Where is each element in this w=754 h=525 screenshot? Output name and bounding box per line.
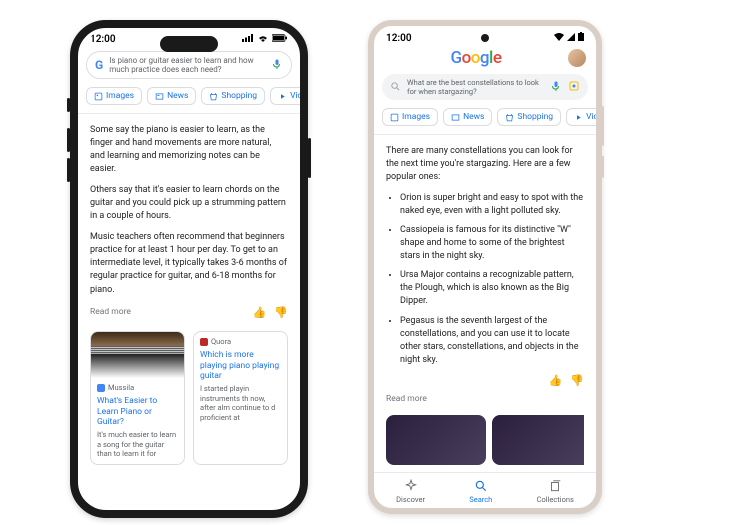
mute-switch <box>67 98 70 112</box>
read-more-link[interactable]: Read more <box>386 393 584 405</box>
status-time: 12:00 <box>90 34 116 45</box>
power-button <box>602 156 604 178</box>
nav-discover[interactable]: Discover <box>396 479 425 504</box>
volume-button <box>602 106 604 146</box>
image-carousel[interactable] <box>386 415 584 465</box>
search-results-content: Some say the piano is easier to learn, a… <box>78 114 300 510</box>
read-more-link[interactable]: Read more <box>90 306 131 318</box>
lens-icon[interactable] <box>568 80 580 94</box>
search-results-content: There are many constellations you can lo… <box>374 135 596 472</box>
signal-icon <box>242 34 254 45</box>
bullet-pegasus: Pegasus is the seventh largest of the co… <box>400 315 584 367</box>
thumbs-down-icon[interactable]: 👎 <box>570 373 584 389</box>
battery-icon <box>578 32 584 44</box>
power-button <box>308 138 311 178</box>
result-paragraph-3: Music teachers often recommend that begi… <box>90 231 288 296</box>
wifi-icon <box>257 34 269 45</box>
signal-icon <box>567 33 575 44</box>
bullet-orion: Orion is super bright and easy to spot w… <box>400 192 584 218</box>
mic-icon[interactable] <box>271 58 283 72</box>
result-card-quora[interactable]: Quora Which is more playing piano playin… <box>193 331 288 466</box>
filter-chips: Images News Shopping Vide <box>78 83 300 114</box>
card-image-piano <box>91 332 184 378</box>
result-card-mussila[interactable]: Mussila What's Easier to Learn Piano or … <box>90 331 185 466</box>
search-query-text: Is piano or guitar easier to learn and h… <box>109 56 265 74</box>
search-header: G Is piano or guitar easier to learn and… <box>78 47 300 83</box>
google-g-icon: G <box>95 58 103 72</box>
chip-shopping[interactable]: Shopping <box>201 87 265 105</box>
volume-up-button <box>67 128 70 152</box>
search-header: What are the best constellations to look… <box>374 70 596 104</box>
result-intro: There are many constellations you can lo… <box>386 145 584 184</box>
result-paragraph-2: Others say that it's easier to learn cho… <box>90 184 288 223</box>
chip-videos[interactable]: Vide <box>566 108 596 126</box>
bullet-ursa-major: Ursa Major contains a recognizable patte… <box>400 269 584 308</box>
chip-news[interactable]: News <box>147 87 196 105</box>
chip-images[interactable]: Images <box>382 108 438 126</box>
thumbs-down-icon[interactable]: 👎 <box>274 305 288 321</box>
chip-shopping[interactable]: Shopping <box>497 108 561 126</box>
search-query-text: What are the best constellations to look… <box>407 78 544 96</box>
bottom-navigation: Discover Search Collections <box>374 472 596 508</box>
account-avatar[interactable] <box>568 49 586 67</box>
constellation-list: Orion is super bright and easy to spot w… <box>386 192 584 367</box>
search-box[interactable]: What are the best constellations to look… <box>382 74 588 100</box>
pixel-device: 12:00 Google What are the best constella… <box>368 20 602 514</box>
carousel-image[interactable] <box>492 415 584 465</box>
battery-icon <box>272 34 288 45</box>
filter-chips: Images News Shopping Vide <box>374 104 596 135</box>
quora-icon <box>200 338 208 346</box>
result-paragraph-1: Some say the piano is easier to learn, a… <box>90 124 288 176</box>
volume-down-button <box>67 158 70 182</box>
google-logo: Google <box>384 46 568 70</box>
wifi-icon <box>554 33 564 44</box>
thumbs-up-icon[interactable]: 👍 <box>549 373 563 389</box>
dynamic-island <box>160 36 218 52</box>
mic-icon[interactable] <box>550 80 562 94</box>
search-box[interactable]: G Is piano or guitar easier to learn and… <box>86 51 292 79</box>
search-icon <box>390 81 401 94</box>
camera-punch-hole <box>481 34 489 42</box>
chip-images[interactable]: Images <box>86 87 142 105</box>
chip-videos[interactable]: Vide <box>270 87 300 105</box>
bullet-cassiopeia: Cassiopeia is famous for its distinctive… <box>400 224 584 263</box>
thumbs-up-icon[interactable]: 👍 <box>253 305 267 321</box>
chip-news[interactable]: News <box>443 108 492 126</box>
nav-search[interactable]: Search <box>469 479 492 504</box>
status-time: 12:00 <box>386 33 412 44</box>
nav-collections[interactable]: Collections <box>537 479 574 504</box>
iphone-device: 12:00 G Is piano or guitar easier to lea… <box>70 20 308 518</box>
mussila-icon <box>97 384 105 392</box>
carousel-image[interactable] <box>386 415 486 465</box>
